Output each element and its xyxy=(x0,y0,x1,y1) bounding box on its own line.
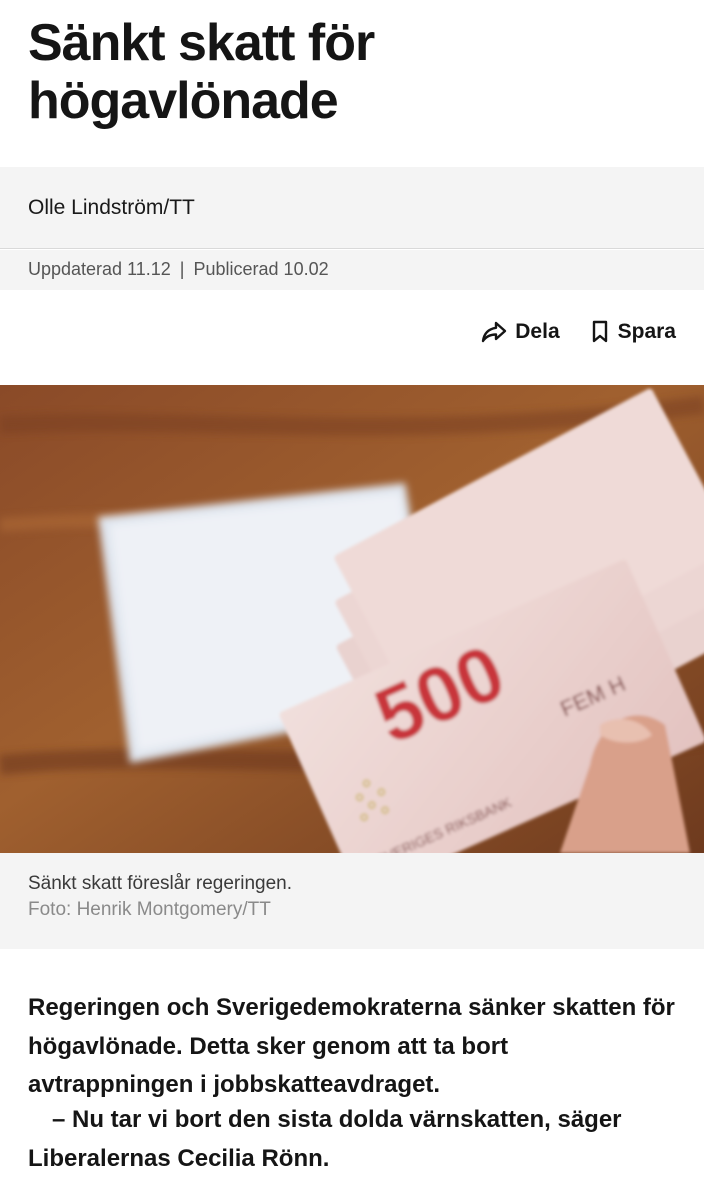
published-timestamp: Publicerad 10.02 xyxy=(193,259,329,279)
byline-panel: Olle Lindström/TT xyxy=(0,167,704,249)
save-label: Spara xyxy=(617,320,676,343)
share-label: Dela xyxy=(515,320,560,343)
image-caption-panel: Sänkt skatt föreslår regeringen. Foto: H… xyxy=(0,853,704,949)
article-quote: – Nu tar vi bort den sista dolda värnska… xyxy=(28,1106,622,1172)
timestamp-separator: | xyxy=(179,259,185,279)
article-lead: Regeringen och Sverigedemokraterna sänke… xyxy=(28,994,675,1098)
article-headline: Sänkt skatt för högavlönade xyxy=(28,14,375,130)
article-hero-image[interactable]: 500 SVERIGES RIKSBANK FEM H xyxy=(0,385,704,853)
article-actions: Dela Spara xyxy=(481,312,676,352)
image-credit: Foto: Henrik Montgomery/TT xyxy=(28,899,271,920)
timestamp-panel: Uppdaterad 11.12 | Publicerad 10.02 xyxy=(0,250,704,290)
banknotes-photo: 500 SVERIGES RIKSBANK FEM H xyxy=(0,385,704,853)
timestamps: Uppdaterad 11.12 | Publicerad 10.02 xyxy=(28,258,329,280)
save-button[interactable]: Spara xyxy=(590,320,676,344)
image-caption: Sänkt skatt föreslår regeringen. xyxy=(28,873,293,894)
author-byline[interactable]: Olle Lindström/TT xyxy=(28,195,195,221)
share-arrow-icon xyxy=(481,321,507,343)
share-button[interactable]: Dela xyxy=(481,320,560,344)
bookmark-icon xyxy=(590,320,610,344)
updated-timestamp: Uppdaterad 11.12 xyxy=(28,259,171,279)
